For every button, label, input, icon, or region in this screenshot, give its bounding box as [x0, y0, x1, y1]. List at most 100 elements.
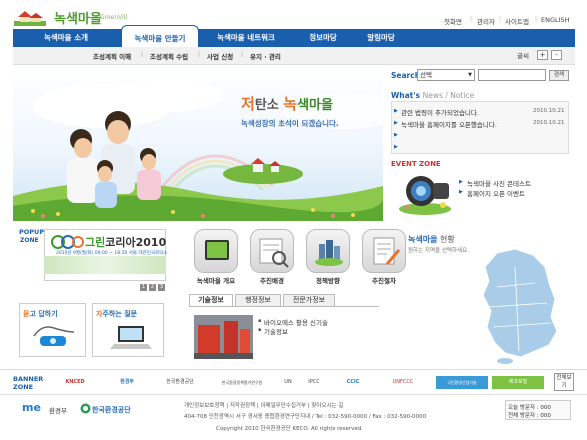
- subnav-item-plan-understand[interactable]: 조성계획 이해: [93, 51, 131, 61]
- subnav-divider: |: [141, 51, 144, 58]
- banner-zone-heading: BANNER ZONE: [13, 375, 44, 391]
- tab-list-item[interactable]: 기술정보: [264, 326, 288, 336]
- banner-ipcc[interactable]: IPCC: [302, 376, 326, 389]
- news-date: 2010.10.21: [533, 108, 565, 114]
- event-item[interactable]: 홈페이지 오픈 이벤트: [467, 188, 525, 198]
- nav-item-intro[interactable]: 녹색마을 소개: [31, 29, 101, 47]
- news-heading: What's News / Notice: [391, 91, 475, 100]
- footer-logo-me[interactable]: me: [22, 401, 41, 414]
- subnav-divider: |: [241, 51, 244, 58]
- nav-item-info[interactable]: 정보마당: [299, 29, 347, 47]
- document-pencil-icon: [373, 237, 401, 265]
- tab-divider: [189, 306, 379, 307]
- banner-unfccc[interactable]: UNFCCC: [380, 376, 426, 389]
- popup-page-button[interactable]: 3: [158, 284, 165, 291]
- news-item[interactable]: 녹색마을 홈페이지를 오픈했습니다.: [401, 119, 497, 129]
- top-link-home[interactable]: 첫화면: [444, 16, 462, 26]
- popup-banner-title: 그린코리아2010: [85, 236, 167, 249]
- popup-zone-heading-2: ZONE: [20, 237, 39, 244]
- laptop-icon: [110, 326, 152, 349]
- nav-item-notice[interactable]: 알림마당: [357, 29, 405, 47]
- telephone-icon: [33, 326, 75, 346]
- hero-headline-accent: 저: [241, 95, 255, 113]
- map-title: 녹색마을 현황: [408, 235, 455, 244]
- subnav-item-maintenance[interactable]: 유지 · 관리: [250, 51, 281, 61]
- banner-un[interactable]: UN: [280, 376, 296, 389]
- site-logo-text[interactable]: 녹색마을: [54, 8, 102, 27]
- nav-item-label: 녹색마을 만들기: [134, 34, 186, 43]
- news-date: 2010.10.21: [533, 120, 565, 126]
- greenkorea-logo-icon: [51, 235, 84, 249]
- nav-item-network[interactable]: 녹색마을 네트워크: [205, 29, 287, 47]
- top-link-divider: |: [535, 16, 538, 23]
- footer-logo-keco[interactable]: 한국환경공단: [92, 405, 131, 415]
- top-link-divider: |: [499, 16, 502, 23]
- banner-me[interactable]: 환경부: [106, 376, 148, 389]
- search-input[interactable]: [478, 69, 546, 81]
- banner-view-all-button[interactable]: 전체보기: [554, 373, 574, 391]
- subnav-item-apply[interactable]: 사업 신청: [207, 51, 233, 61]
- search-select-value: 선택: [420, 71, 432, 79]
- keco-logo-icon: [80, 403, 91, 414]
- banner-keiti[interactable]: 국민환경산업기술: [436, 376, 488, 389]
- hero-headline: 저탄소 녹색마을: [241, 95, 333, 113]
- bullet-icon: ▶: [394, 144, 398, 150]
- hero-banner: 저탄소 녹색마을 녹색성장의 초석이 되겠습니다.: [13, 66, 383, 221]
- banner-keco[interactable]: 한국환경공단: [154, 376, 206, 389]
- footer-policy-links[interactable]: 개인정보보호정책 | 저작권정책 | 이메일무단수집거부 | 찾아오시는 길: [184, 401, 343, 409]
- search-label: Search: [391, 71, 421, 80]
- site-logo-subtitle: GreenVill: [100, 14, 128, 21]
- popup-page-button[interactable]: 1: [140, 284, 147, 291]
- quick-label-procedure[interactable]: 추진절차: [358, 275, 410, 285]
- visitor-today: 오늘 방문자 : 000: [508, 405, 551, 411]
- top-link-divider: |: [470, 16, 473, 23]
- nav-item-build-active[interactable]: 녹색마을 만들기: [121, 25, 199, 47]
- hero-headline-mid: 탄소: [254, 98, 284, 113]
- quick-label-background[interactable]: 추진배경: [246, 275, 298, 285]
- bullet-icon: ▪: [258, 318, 262, 324]
- subnav-item-plan-establish[interactable]: 조성계획 수립: [150, 51, 188, 61]
- tablet-icon: [205, 240, 229, 260]
- camera-lens-icon[interactable]: [397, 171, 453, 215]
- font-decrease-button[interactable]: -: [551, 50, 562, 60]
- banner-ccic[interactable]: CCIC: [332, 376, 374, 389]
- hero-headline-end: 색마을: [297, 98, 333, 113]
- family-meadow-illustration: [13, 80, 383, 221]
- banner-ecoportal[interactable]: 에코포털: [492, 376, 544, 389]
- news-item[interactable]: 관련 법령이 추가되었습니다.: [401, 107, 479, 117]
- bullet-icon: ▶: [394, 132, 398, 138]
- background-quick-button[interactable]: [250, 229, 294, 273]
- popup-zone-heading: POPUP: [19, 228, 45, 236]
- top-link-admin[interactable]: 관리자: [477, 16, 495, 26]
- font-increase-button[interactable]: +: [537, 50, 548, 60]
- bullet-icon: ▶: [459, 189, 463, 195]
- sub-navigation: 조성계획 이해 | 조성계획 수립 | 사업 신청 | 유지 · 관리 글씨 +…: [13, 47, 575, 65]
- search-category-select[interactable]: 선택 ▼: [417, 69, 475, 81]
- procedure-quick-button[interactable]: [362, 229, 406, 273]
- footer-copyright: Copyright 2010 한국환경공단 KECO. All rights r…: [216, 426, 364, 432]
- biogas-plant-photo[interactable]: [194, 315, 253, 359]
- banner-kned[interactable]: KNCED: [49, 376, 101, 389]
- map-subtitle: 원하는 지역을 선택하세요.: [408, 248, 469, 254]
- event-item[interactable]: 녹색마을 사진 콘테스트: [467, 178, 531, 188]
- bullet-icon: ▶: [459, 179, 463, 185]
- overview-quick-button[interactable]: [194, 229, 238, 273]
- top-link-sitemap[interactable]: 사이트맵: [505, 16, 529, 26]
- policy-quick-button[interactable]: [306, 229, 350, 273]
- bullet-icon: ▪: [258, 327, 262, 333]
- quick-label-policy[interactable]: 정책방향: [302, 275, 354, 285]
- popup-page-button[interactable]: 2: [149, 284, 156, 291]
- faq-title: 자주하는 질문: [96, 310, 138, 318]
- qna-title: 묻고 답하기: [23, 310, 58, 318]
- hero-subtitle: 녹색성장의 초석이 되겠습니다.: [241, 119, 339, 128]
- subnav-divider: |: [198, 51, 201, 58]
- korea-map-icon[interactable]: [475, 247, 571, 365]
- footer-logo-me-label: 환경부: [49, 407, 67, 415]
- top-link-english[interactable]: ENGLISH: [541, 16, 570, 24]
- quick-label-overview[interactable]: 녹색마을 개요: [190, 275, 242, 285]
- banner-kei[interactable]: 한국환경정책평가연구원: [212, 376, 272, 389]
- popup-banner-footer-strip: [44, 256, 166, 274]
- search-button[interactable]: 검색: [549, 70, 569, 81]
- village-logo-icon[interactable]: [14, 8, 46, 26]
- magnifier-chart-icon: [259, 238, 289, 268]
